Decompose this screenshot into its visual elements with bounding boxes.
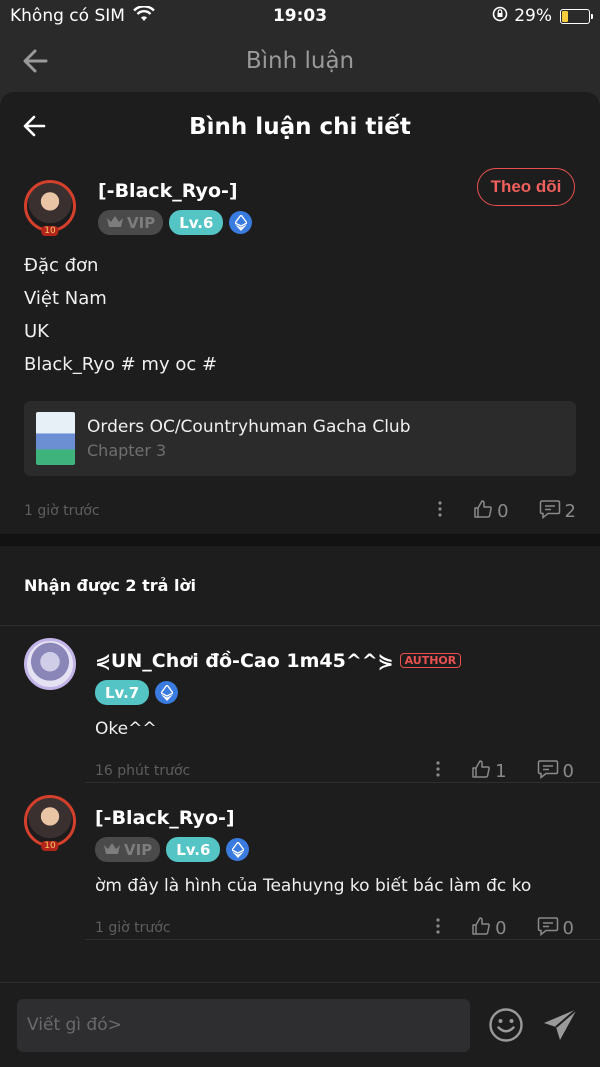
comment-icon [537,916,559,941]
main-comment: 10 [-Black_Ryo-] VIP Lv.6 Theo dõi Đặc đ… [0,162,600,534]
thumbs-up-icon [471,916,491,941]
carrier-label: Không có SIM [10,6,125,26]
more-dots-icon[interactable] [437,500,443,523]
row-divider [85,939,600,940]
timestamp: 1 giờ trước [95,920,171,936]
book-card[interactable]: Orders OC/Countryhuman Gacha Club Chapte… [24,401,576,476]
back-arrow-icon[interactable] [20,46,52,76]
reply-meta: 16 phút trước 1 0 [95,759,600,783]
avatar[interactable] [24,638,76,690]
comment-line: UK [24,321,49,342]
like-count: 0 [495,917,507,939]
battery-icon [560,8,593,24]
level-badge: Lv.7 [95,680,150,705]
avatar[interactable]: 10 [24,795,76,851]
ethereum-icon [155,681,179,704]
reply-meta: 1 giờ trước 0 0 [95,916,600,940]
reply-button[interactable]: 0 [537,916,574,941]
more-dots-icon[interactable] [435,917,441,940]
comment-detail-sheet: Bình luận chi tiết 10 [-Black_Ryo-] VIP … [0,92,600,1067]
crown-icon [103,841,121,859]
reply-count: 2 [564,500,576,522]
wifi-icon [133,4,155,27]
more-dots-icon[interactable] [435,760,441,783]
like-button[interactable]: 1 [471,759,507,784]
comment-icon [537,759,559,784]
thumbs-up-icon [471,759,491,784]
reply-count: 0 [562,760,574,782]
like-button[interactable]: 0 [473,499,509,524]
comment-line: Black_Ryo # my oc # [24,354,218,375]
comment-icon [539,499,561,524]
comment-line: Việt Nam [24,288,107,309]
reply-item: 10 [-Black_Ryo-] VIP Lv.6 ờm đây là hình… [0,783,600,940]
thumbs-up-icon [473,499,493,524]
sheet-back-arrow-icon[interactable] [22,114,48,138]
comment-body: Đặc đơn Việt Nam UK Black_Ryo # my oc # [24,249,576,381]
timestamp: 16 phút trước [95,763,191,779]
avatar[interactable]: 10 [24,180,76,236]
page-title: Bình luận [245,48,355,74]
reply-button[interactable]: 2 [539,499,576,524]
reply-button[interactable]: 0 [537,759,574,784]
timestamp: 1 giờ trước [24,503,100,519]
level-badge: Lv.6 [169,210,224,235]
sheet-header: Bình luận chi tiết [0,92,600,162]
crown-icon [106,214,124,232]
book-title: Orders OC/Countryhuman Gacha Club [87,417,411,437]
comment-meta: 1 giờ trước 0 2 [24,499,576,523]
ethereum-icon [226,838,250,861]
replies-header: Nhận được 2 trả lời [0,546,600,626]
reply-text: Oke^^ [95,719,157,739]
orientation-lock-icon [492,6,508,27]
send-icon[interactable] [542,1006,580,1044]
comment-input-bar [0,982,600,1067]
top-nav: Bình luận [0,32,600,90]
reply-text: ờm đây là hình của Teahuyng ko biết bác … [95,876,532,896]
vip-badge: VIP [95,837,161,862]
reply-item: ⋞UN_Chơi đồ-Cao 1m45^^⋟ AUTHOR Lv.7 Oke^^… [0,626,600,783]
level-badge: Lv.6 [166,837,221,862]
vip-badge: VIP [98,210,164,235]
status-bar: Không có SIM 19:03 29% [0,0,600,32]
follow-button[interactable]: Theo dõi [477,168,575,206]
book-cover [36,412,75,465]
battery-percent: 29% [514,6,552,26]
author-badge: AUTHOR [399,653,462,668]
reply-username[interactable]: ⋞UN_Chơi đồ-Cao 1m45^^⋟ AUTHOR [95,650,600,672]
comment-line: Đặc đơn [24,255,99,276]
reply-count: 0 [562,917,574,939]
book-chapter: Chapter 3 [87,441,167,460]
sheet-title: Bình luận chi tiết [189,114,411,140]
like-count: 0 [497,500,509,522]
like-count: 1 [495,760,507,782]
reply-username[interactable]: [-Black_Ryo-] [95,807,600,829]
comment-input[interactable] [17,998,470,1052]
ethereum-icon [229,211,253,234]
username[interactable]: [-Black_Ryo-] [98,180,252,202]
like-button[interactable]: 0 [471,916,507,941]
emoji-icon[interactable] [488,1007,524,1043]
section-divider [0,534,600,546]
